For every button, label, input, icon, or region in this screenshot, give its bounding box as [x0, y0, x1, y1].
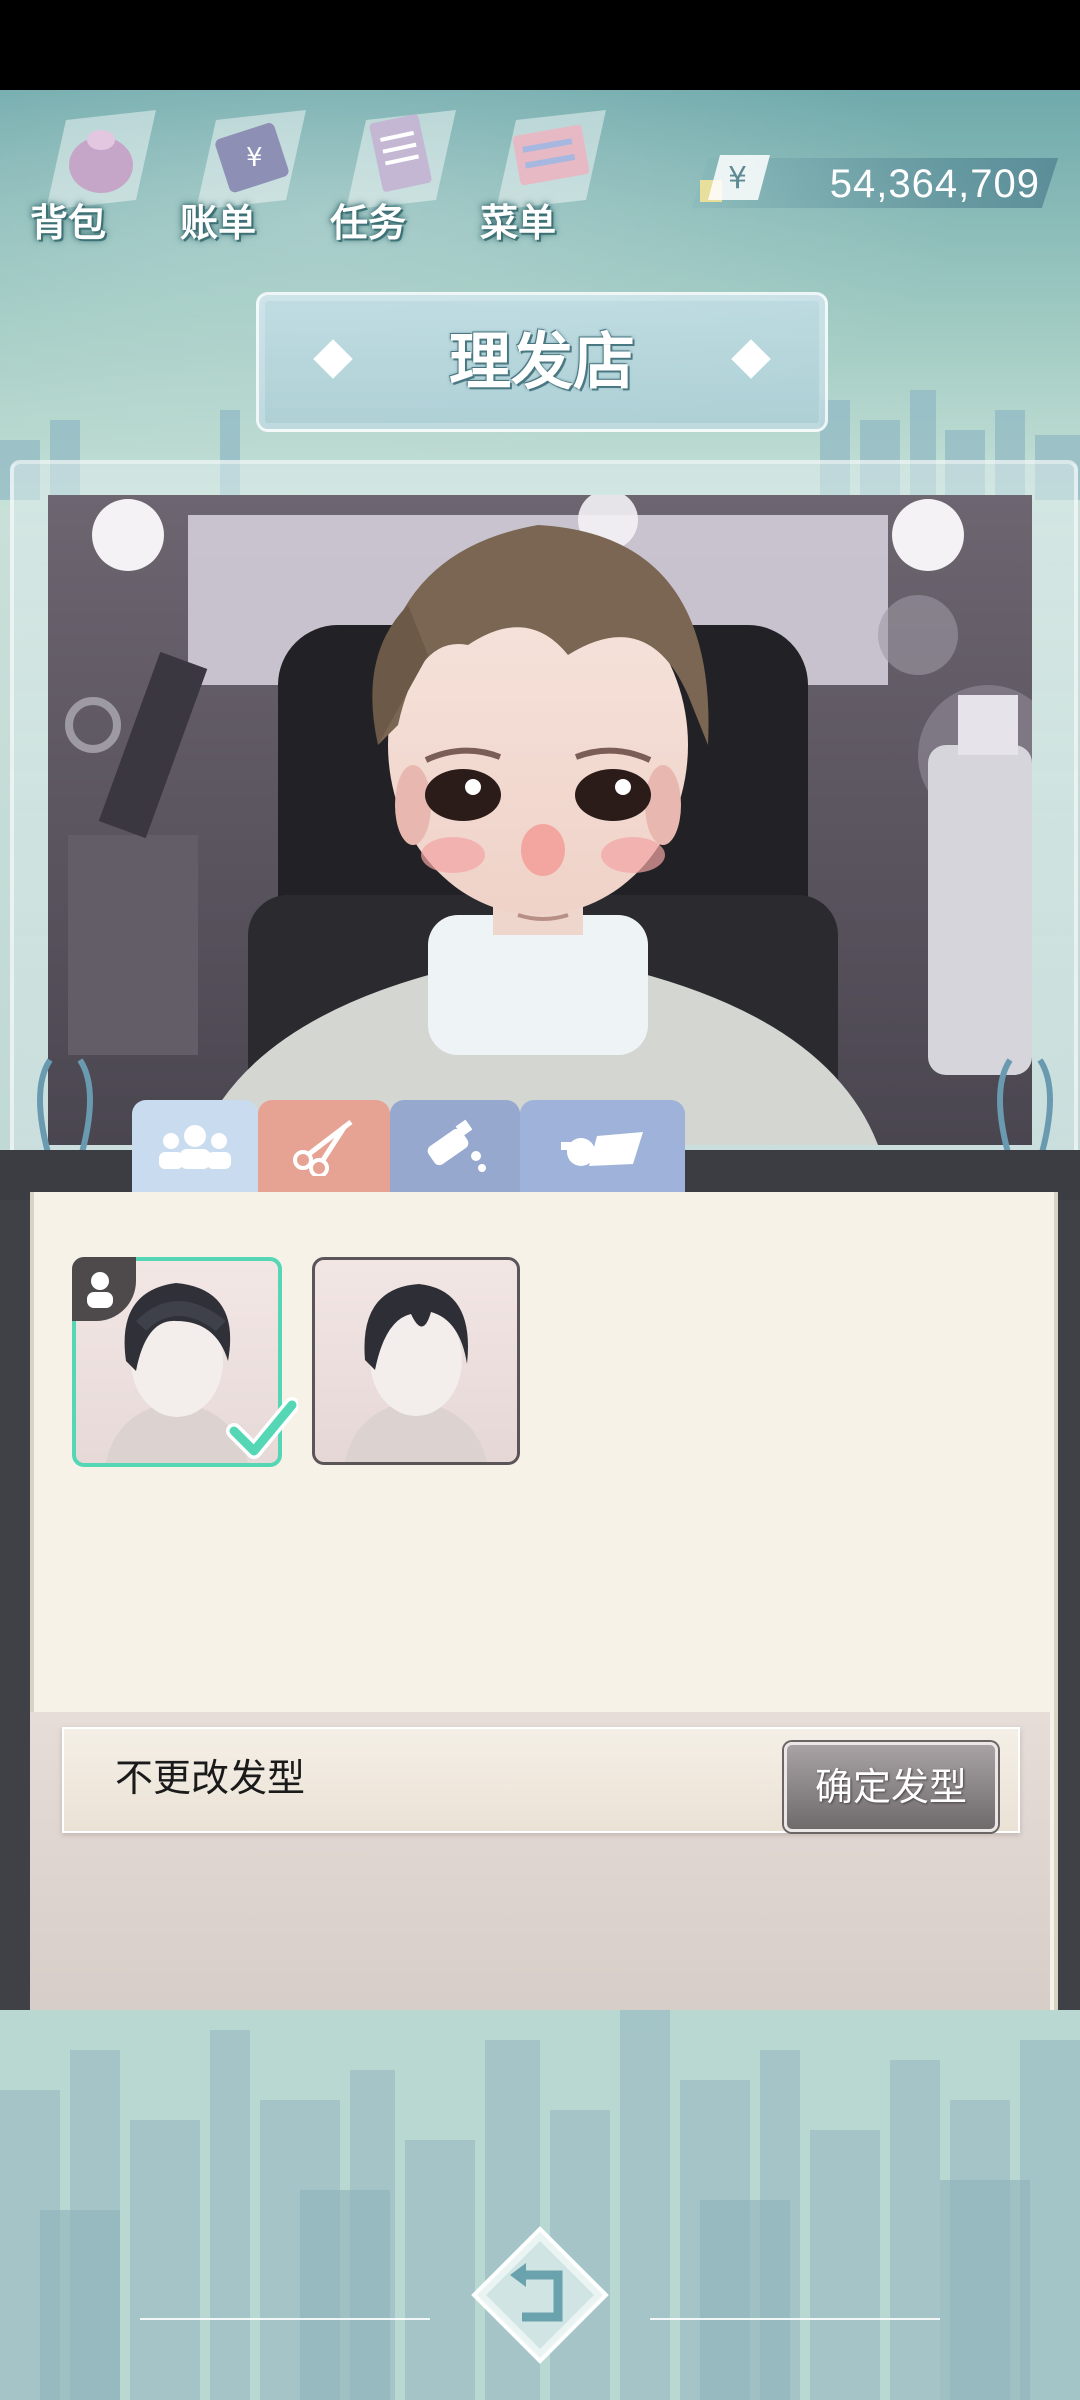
accessory-icon [560, 1132, 643, 1166]
tab-haircut[interactable] [258, 1100, 390, 1192]
tab-hair-dye[interactable] [390, 1100, 520, 1192]
nav-label: 菜单 [480, 201, 557, 245]
wallet-amount: 54,364,709 [829, 162, 1040, 206]
checkmark-icon [226, 1397, 298, 1459]
page-title-plaque: 理发店 [256, 292, 828, 432]
status-bar [0, 0, 1080, 90]
panel-side-left [0, 1200, 30, 2020]
hairstyle-preview [345, 1284, 487, 1462]
currency-icon: ¥ [700, 155, 770, 202]
nav-label: 任务 [330, 201, 407, 245]
barber-scene [48, 495, 1032, 1145]
confirm-hairstyle-button[interactable]: 确定发型 [784, 1742, 998, 1832]
tab-avatar[interactable] [132, 1100, 258, 1192]
character-portrait [48, 495, 1032, 1145]
people-icon [159, 1125, 231, 1169]
hairstyle-card-option[interactable] [312, 1257, 520, 1465]
nav-bill-button[interactable]: ¥ 账单 [180, 100, 310, 245]
nav-label: 背包 [30, 201, 107, 245]
tab-accessory[interactable] [520, 1100, 685, 1192]
no-change-label[interactable]: 不更改发型 [115, 1750, 305, 1806]
svg-text:¥: ¥ [246, 143, 263, 173]
decorative-line [650, 2318, 940, 2320]
nav-menu-button[interactable]: 菜单 [480, 100, 610, 245]
dye-bottle-icon [427, 1119, 486, 1172]
current-style-badge [72, 1257, 136, 1321]
scissors-icon [293, 1120, 353, 1176]
person-icon [87, 1272, 113, 1308]
nav-task-button[interactable]: 任务 [330, 100, 460, 245]
decorative-line [140, 2318, 430, 2320]
confirm-hairstyle-label: 确定发型 [814, 1765, 967, 1809]
back-button[interactable] [470, 2225, 610, 2365]
nav-label: 账单 [180, 201, 257, 245]
nav-bag-button[interactable]: 背包 [30, 100, 160, 245]
svg-text:¥: ¥ [728, 161, 747, 196]
